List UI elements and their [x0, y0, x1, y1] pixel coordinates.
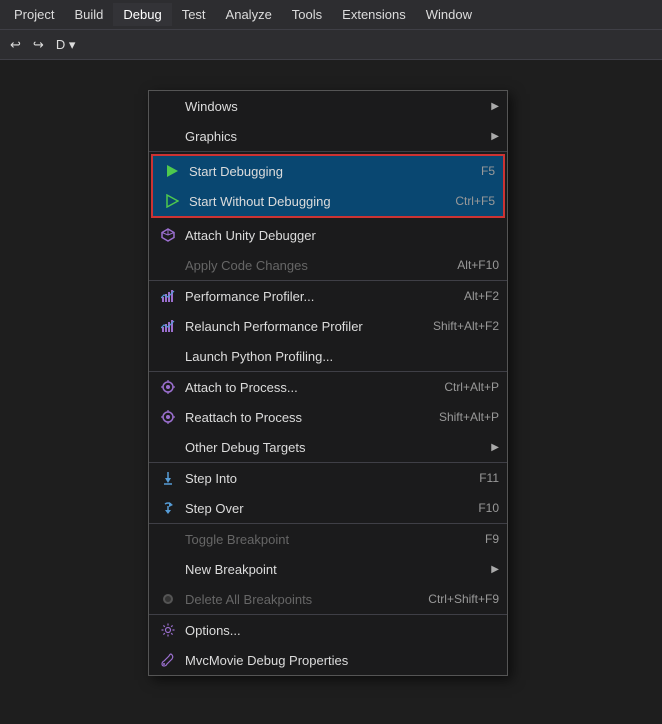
new-breakpoint-icon [157, 559, 179, 579]
wrench-icon [157, 650, 179, 670]
menu-item-graphics[interactable]: Graphics ▶ [149, 121, 507, 152]
step-into-shortcut: F11 [479, 471, 499, 485]
cube-icon [157, 225, 179, 245]
menubar-item-test[interactable]: Test [172, 3, 216, 26]
apply-code-icon [157, 255, 179, 275]
menu-item-relaunch-perf[interactable]: Relaunch Performance Profiler Shift+Alt+… [149, 311, 507, 341]
menu-item-step-over[interactable]: Step Over F10 [149, 493, 507, 524]
delete-breakpoints-icon [157, 589, 179, 609]
menu-item-step-into[interactable]: Step Into F11 [149, 463, 507, 493]
perf-icon [157, 286, 179, 306]
menubar-item-window[interactable]: Window [416, 3, 482, 26]
menu-item-delete-breakpoints[interactable]: Delete All Breakpoints Ctrl+Shift+F9 [149, 584, 507, 615]
perf-profiler-shortcut: Alt+F2 [464, 289, 499, 303]
new-breakpoint-label: New Breakpoint [185, 562, 483, 577]
start-without-debugging-label: Start Without Debugging [189, 194, 435, 209]
mvc-debug-label: MvcMovie Debug Properties [185, 653, 499, 668]
graphics-arrow: ▶ [491, 131, 499, 142]
attach-process-shortcut: Ctrl+Alt+P [444, 380, 499, 394]
play-icon [161, 161, 183, 181]
menu-item-other-targets[interactable]: Other Debug Targets ▶ [149, 432, 507, 463]
other-targets-icon [157, 437, 179, 457]
start-debugging-shortcut: F5 [481, 164, 495, 178]
menubar-item-debug[interactable]: Debug [113, 3, 171, 26]
other-targets-label: Other Debug Targets [185, 440, 483, 455]
undo-button[interactable]: ↩ [4, 35, 27, 55]
delete-breakpoints-shortcut: Ctrl+Shift+F9 [428, 592, 499, 606]
toggle-breakpoint-shortcut: F9 [485, 532, 499, 546]
step-into-label: Step Into [185, 471, 459, 486]
menu-item-attach-unity[interactable]: Attach Unity Debugger [149, 220, 507, 250]
toggle-breakpoint-label: Toggle Breakpoint [185, 532, 465, 547]
menu-item-mvc-debug[interactable]: MvcMovie Debug Properties [149, 645, 507, 675]
menu-item-start-debugging[interactable]: Start Debugging F5 [153, 156, 503, 186]
windows-arrow: ▶ [491, 101, 499, 112]
relaunch-perf-shortcut: Shift+Alt+F2 [433, 319, 499, 333]
debug-dropdown-menu: Windows ▶ Graphics ▶ Start Debugging F5 [148, 90, 508, 676]
step-over-shortcut: F10 [478, 501, 499, 515]
options-gear-icon [157, 620, 179, 640]
menubar-item-extensions[interactable]: Extensions [332, 3, 416, 26]
redo-button[interactable]: ↪ [27, 35, 50, 55]
attach-process-icon [157, 377, 179, 397]
play-outline-icon [161, 191, 183, 211]
reattach-process-shortcut: Shift+Alt+P [439, 410, 499, 424]
reattach-process-label: Reattach to Process [185, 410, 419, 425]
menu-item-launch-python[interactable]: Launch Python Profiling... [149, 341, 507, 372]
menu-item-perf-profiler[interactable]: Performance Profiler... Alt+F2 [149, 281, 507, 311]
menu-item-attach-process[interactable]: Attach to Process... Ctrl+Alt+P [149, 372, 507, 402]
delete-breakpoints-label: Delete All Breakpoints [185, 592, 408, 607]
menu-item-apply-code[interactable]: Apply Code Changes Alt+F10 [149, 250, 507, 281]
reattach-process-icon [157, 407, 179, 427]
other-targets-arrow: ▶ [491, 442, 499, 453]
menubar: Project Build Debug Test Analyze Tools E… [0, 0, 662, 30]
toolbar: ↩ ↪ D ▾ [0, 30, 662, 60]
step-over-label: Step Over [185, 501, 458, 516]
launch-python-icon [157, 346, 179, 366]
step-into-icon [157, 468, 179, 488]
menu-item-new-breakpoint[interactable]: New Breakpoint ▶ [149, 554, 507, 584]
menubar-item-analyze[interactable]: Analyze [216, 3, 282, 26]
options-label: Options... [185, 623, 499, 638]
step-over-icon [157, 498, 179, 518]
apply-code-label: Apply Code Changes [185, 258, 437, 273]
menubar-item-project[interactable]: Project [4, 3, 64, 26]
menu-item-start-without-debugging[interactable]: Start Without Debugging Ctrl+F5 [153, 186, 503, 216]
start-debugging-label: Start Debugging [189, 164, 461, 179]
toggle-breakpoint-icon [157, 529, 179, 549]
start-without-debugging-shortcut: Ctrl+F5 [455, 194, 495, 208]
attach-process-label: Attach to Process... [185, 380, 424, 395]
graphics-label: Graphics [185, 129, 483, 144]
menubar-item-tools[interactable]: Tools [282, 3, 332, 26]
menu-item-reattach-process[interactable]: Reattach to Process Shift+Alt+P [149, 402, 507, 432]
perf-profiler-label: Performance Profiler... [185, 289, 444, 304]
attach-unity-label: Attach Unity Debugger [185, 228, 499, 243]
apply-code-shortcut: Alt+F10 [457, 258, 499, 272]
menu-item-toggle-breakpoint[interactable]: Toggle Breakpoint F9 [149, 524, 507, 554]
graphics-icon [157, 126, 179, 146]
windows-label: Windows [185, 99, 483, 114]
relaunch-perf-label: Relaunch Performance Profiler [185, 319, 413, 334]
relaunch-perf-icon [157, 316, 179, 336]
new-breakpoint-arrow: ▶ [491, 564, 499, 575]
windows-icon [157, 96, 179, 116]
launch-python-label: Launch Python Profiling... [185, 349, 499, 364]
menubar-item-build[interactable]: Build [64, 3, 113, 26]
menu-item-options[interactable]: Options... [149, 615, 507, 645]
debug-target-selector[interactable]: D ▾ [50, 35, 82, 55]
menu-item-windows[interactable]: Windows ▶ [149, 91, 507, 121]
